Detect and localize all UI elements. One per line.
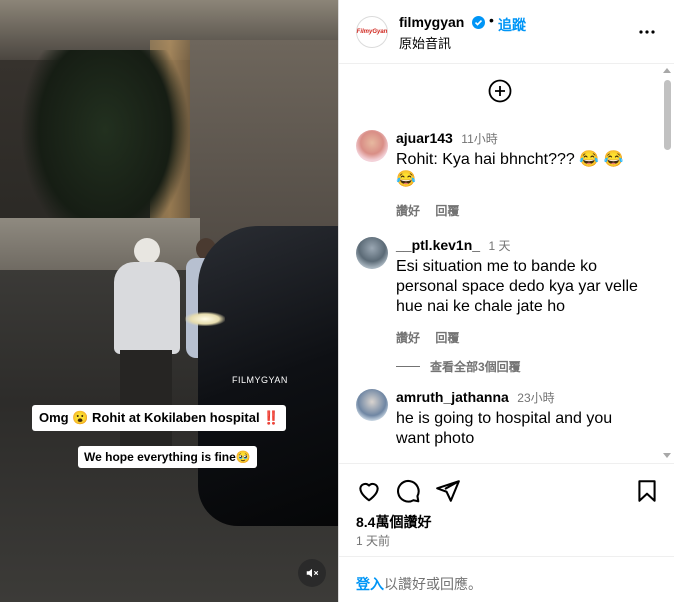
- follow-button[interactable]: 追蹤: [498, 15, 526, 35]
- login-prompt: 登入以讚好或回應。: [339, 556, 674, 603]
- account-avatar[interactable]: FilmyGyan: [356, 16, 388, 48]
- post-header: FilmyGyan filmygyan • 追蹤 原始音訊: [339, 0, 674, 64]
- instagram-post-view: FILMYGYAN Omg 😮 Rohit at Kokilaben hospi…: [0, 0, 674, 602]
- more-options-button[interactable]: [633, 20, 661, 44]
- post-video[interactable]: FILMYGYAN Omg 😮 Rohit at Kokilaben hospi…: [0, 0, 338, 602]
- comment-username[interactable]: ajuar143: [396, 130, 453, 146]
- commenter-avatar[interactable]: [356, 130, 388, 162]
- comment-reply-button[interactable]: 回覆: [435, 331, 459, 345]
- comment-like-button[interactable]: 讚好: [396, 331, 420, 345]
- comment-like-button[interactable]: 讚好: [396, 204, 420, 218]
- comment-text: Esi situation me to bande ko personal sp…: [396, 258, 638, 315]
- login-link[interactable]: 登入: [356, 576, 384, 592]
- mute-button[interactable]: [298, 559, 326, 587]
- post-side-panel: FilmyGyan filmygyan • 追蹤 原始音訊 ajuar143 1…: [338, 0, 674, 602]
- comment-time[interactable]: 11小時: [461, 132, 497, 146]
- scroll-up-arrow-icon[interactable]: [663, 68, 671, 73]
- avatar-logo-text: FilmyGyan: [356, 29, 388, 35]
- view-replies-label: 查看全部3個回覆: [430, 360, 521, 374]
- comment-reply-button[interactable]: 回覆: [435, 204, 459, 218]
- commenter-avatar[interactable]: [356, 237, 388, 269]
- comment-username[interactable]: amruth_jathanna: [396, 389, 509, 405]
- video-caption-1: Omg 😮 Rohit at Kokilaben hospital ‼️: [32, 405, 287, 431]
- comment-time[interactable]: 23小時: [517, 391, 554, 405]
- scrollbar-thumb[interactable]: [664, 80, 671, 150]
- comment-icon[interactable]: [395, 478, 421, 504]
- comment-username[interactable]: __ptl.kev1n_: [396, 237, 480, 253]
- heart-icon[interactable]: [356, 478, 382, 504]
- scroll-down-arrow-icon[interactable]: [663, 453, 671, 458]
- login-prompt-text: 以讚好或回應。: [384, 576, 482, 592]
- comments-list[interactable]: ajuar143 11小時 Rohit: Kya hai bhncht??? 😂…: [339, 64, 674, 462]
- commenter-avatar[interactable]: [356, 389, 388, 421]
- comment-text: Rohit: Kya hai bhncht??? 😂 😂 😂: [396, 151, 624, 188]
- more-icon: [639, 30, 655, 34]
- comment-text: he is going to hospital and you want pho…: [396, 410, 613, 447]
- comment-time[interactable]: 1 天: [489, 239, 511, 253]
- video-scene-light: [185, 312, 225, 326]
- likes-count[interactable]: 8.4萬個讚好: [356, 512, 431, 532]
- add-comment-icon[interactable]: [488, 79, 512, 103]
- share-icon[interactable]: [435, 478, 461, 504]
- video-caption-2: We hope everything is fine🥹: [78, 446, 257, 468]
- comments-scrollbar[interactable]: [660, 64, 674, 462]
- verified-badge-icon: [472, 16, 485, 29]
- replies-divider: [396, 366, 420, 367]
- original-audio-link[interactable]: 原始音訊: [399, 33, 451, 52]
- view-replies-button[interactable]: 查看全部3個回覆: [396, 358, 521, 375]
- separator-dot: •: [489, 12, 494, 28]
- speaker-muted-icon: [306, 568, 319, 578]
- post-date[interactable]: 1 天前: [356, 532, 390, 549]
- video-watermark: FILMYGYAN: [232, 375, 288, 385]
- bookmark-icon[interactable]: [634, 478, 660, 504]
- account-username[interactable]: filmygyan: [399, 14, 464, 30]
